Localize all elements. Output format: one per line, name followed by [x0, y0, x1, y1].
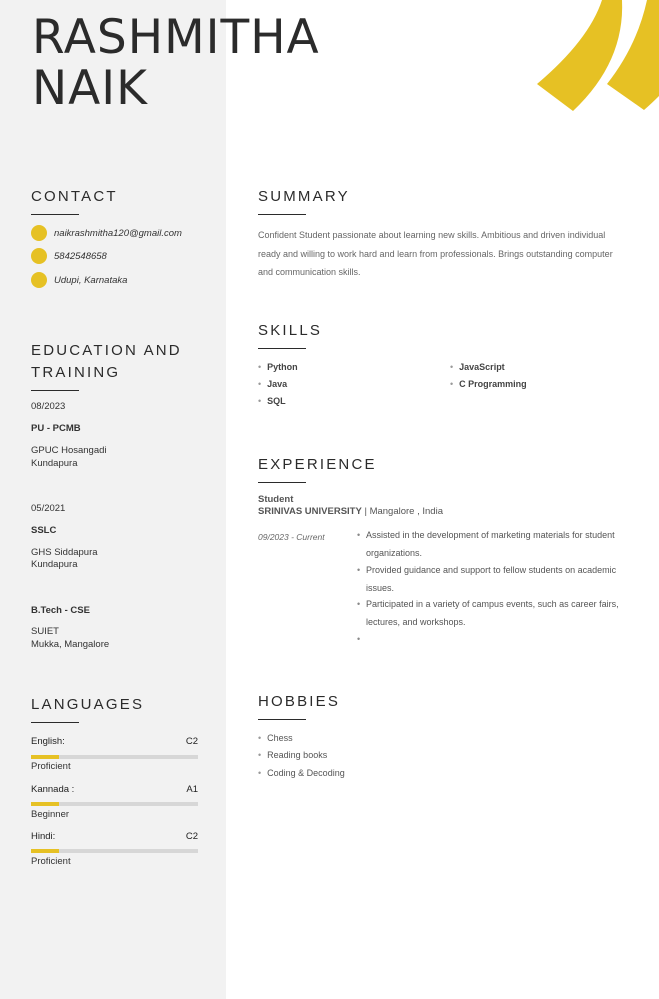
skill-item: Java — [258, 379, 287, 389]
hobby-item: Reading books — [258, 750, 327, 760]
skills-divider — [258, 348, 306, 349]
education-place: Kundapura — [31, 458, 78, 469]
summary-divider — [258, 214, 306, 215]
email-text[interactable]: naikrashmitha120@gmail.com — [54, 228, 182, 239]
education-school: SUIET — [31, 626, 59, 637]
experience-bullet: Participated in a variety of campus even… — [357, 596, 619, 631]
language-name: Kannada : — [31, 784, 75, 795]
language-level: A1 — [186, 784, 198, 795]
language-row: Hindi: C2 — [31, 831, 198, 842]
language-row: English: C2 — [31, 736, 198, 747]
education-degree: B.Tech - CSE — [31, 605, 90, 616]
education-heading: EDUCATION AND TRAINING — [31, 342, 182, 381]
location-icon — [31, 272, 47, 288]
education-date: 08/2023 — [31, 401, 66, 412]
language-bar-fill — [31, 802, 60, 806]
language-bar-fill — [31, 849, 60, 853]
first-name: RASHMITHA — [32, 10, 320, 65]
contact-phone: 5842548658 — [31, 248, 107, 264]
contact-email: naikrashmitha120@gmail.com — [31, 225, 182, 241]
language-level: C2 — [185, 736, 198, 747]
language-bar-fill — [31, 755, 60, 759]
education-place: Mukka, Mangalore — [31, 639, 110, 650]
decorative-arcs — [537, 0, 659, 111]
email-icon — [31, 225, 47, 241]
languages-divider — [31, 722, 79, 723]
experience-bullet: Assisted in the development of marketing… — [357, 527, 619, 562]
education-degree: SSLC — [31, 525, 57, 536]
contact-location: Udupi, Karnataka — [31, 272, 127, 288]
experience-heading: EXPERIENCE — [258, 456, 377, 473]
experience-bullet: Provided guidance and support to fellow … — [357, 562, 619, 597]
skills-heading: SKILLS — [258, 322, 323, 339]
language-bar — [31, 802, 198, 806]
language-bar — [31, 755, 198, 759]
hobbies-heading: HOBBIES — [258, 693, 341, 710]
last-name: NAIK — [32, 61, 148, 116]
education-place: Kundapura — [31, 559, 78, 570]
language-label: Beginner — [31, 809, 70, 820]
phone-icon — [31, 248, 47, 264]
hobby-item: Chess — [258, 733, 293, 743]
language-label: Proficient — [31, 856, 71, 867]
skill-item: JavaScript — [450, 362, 505, 372]
language-bar — [31, 849, 198, 853]
summary-text: Confident Student passionate about learn… — [258, 230, 613, 277]
hobby-item: Coding & Decoding — [258, 768, 345, 778]
languages-heading: LANGUAGES — [31, 696, 145, 713]
hobbies-divider — [258, 719, 306, 720]
experience-org: SRINIVAS UNIVERSITY — [258, 506, 362, 517]
contact-divider — [31, 214, 79, 215]
language-name: Hindi: — [31, 831, 56, 842]
experience-role: Student — [258, 494, 294, 505]
skill-item: C Programming — [450, 379, 527, 389]
language-name: English: — [31, 736, 65, 747]
contact-heading: CONTACT — [31, 188, 118, 205]
experience-org-line: SRINIVAS UNIVERSITY | Mangalore , India — [258, 506, 443, 518]
candidate-name: RASHMITHA NAIK — [32, 12, 320, 114]
skill-item: Python — [258, 362, 298, 372]
education-degree: PU - PCMB — [31, 423, 81, 434]
education-date: 05/2021 — [31, 503, 66, 514]
language-row: Kannada : A1 — [31, 784, 198, 795]
education-school: GHS Siddapura — [31, 547, 98, 558]
education-school: GPUC Hosangadi — [31, 445, 107, 456]
experience-location: | Mangalore , India — [364, 506, 443, 517]
education-divider — [31, 390, 79, 391]
experience-dates: 09/2023 - Current — [258, 532, 325, 542]
language-level: C2 — [185, 831, 198, 842]
location-text: Udupi, Karnataka — [54, 274, 128, 286]
summary-heading: SUMMARY — [258, 188, 350, 205]
language-label: Proficient — [31, 761, 71, 772]
phone-text: 5842548658 — [54, 250, 107, 262]
experience-divider — [258, 482, 306, 483]
skill-item: SQL — [258, 396, 286, 406]
